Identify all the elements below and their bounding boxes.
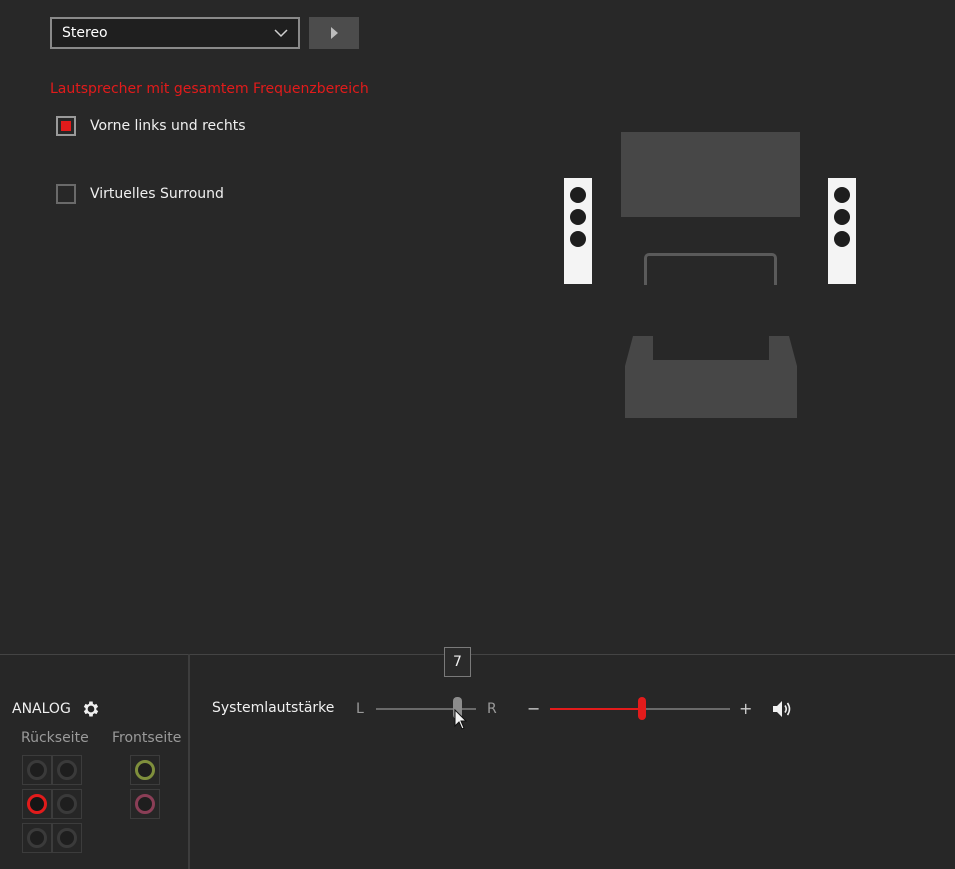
- checkbox-front-left-right-box[interactable]: [56, 116, 76, 136]
- rear-jack-6[interactable]: [52, 823, 82, 853]
- checkbox-virtual-surround-label: Virtuelles Surround: [90, 186, 224, 202]
- speaker-config-value: Stereo: [62, 25, 108, 41]
- analog-section-header: ANALOG: [12, 699, 101, 719]
- analog-label: ANALOG: [12, 701, 71, 717]
- rear-jack-3-active[interactable]: [22, 789, 52, 819]
- speaker-config-dropdown[interactable]: Stereo: [50, 17, 300, 49]
- listener-seat: [625, 336, 797, 418]
- balance-tooltip: 7: [444, 647, 471, 677]
- rear-jack-2[interactable]: [52, 755, 82, 785]
- balance-left-label: L: [356, 701, 364, 717]
- seat-back: [644, 253, 777, 285]
- gear-icon[interactable]: [81, 699, 101, 719]
- volume-minus[interactable]: −: [527, 699, 540, 718]
- play-icon: [331, 27, 338, 39]
- chevron-down-icon: [274, 29, 288, 38]
- front-left-speaker[interactable]: [564, 178, 592, 284]
- test-play-button[interactable]: [309, 17, 359, 49]
- rear-jack-5[interactable]: [22, 823, 52, 853]
- checkbox-front-left-right[interactable]: Vorne links und rechts: [56, 116, 246, 136]
- rear-jack-1[interactable]: [22, 755, 52, 785]
- mouse-cursor-icon: [454, 709, 468, 730]
- balance-right-label: R: [487, 701, 497, 717]
- fullrange-section-title: Lautsprecher mit gesamtem Frequenzbereic…: [50, 81, 369, 97]
- volume-plus[interactable]: +: [739, 699, 752, 718]
- rear-jacks-label: Rückseite: [21, 730, 89, 746]
- speaker-volume-icon[interactable]: [771, 699, 793, 719]
- checkbox-virtual-surround-box[interactable]: [56, 184, 76, 204]
- volume-slider-thumb[interactable]: [638, 697, 646, 720]
- front-jack-microphone[interactable]: [130, 789, 160, 819]
- system-volume-label: Systemlautstärke: [212, 700, 335, 716]
- panel-divider: [188, 654, 190, 869]
- speaker-layout-diagram: [560, 125, 860, 425]
- display-screen: [621, 132, 800, 217]
- volume-slider-fill: [550, 708, 642, 710]
- front-jack-headphone[interactable]: [130, 755, 160, 785]
- front-jacks-label: Frontseite: [112, 730, 182, 746]
- front-right-speaker[interactable]: [828, 178, 856, 284]
- checkbox-front-left-right-label: Vorne links und rechts: [90, 118, 246, 134]
- checkbox-virtual-surround[interactable]: Virtuelles Surround: [56, 184, 224, 204]
- rear-jack-4[interactable]: [52, 789, 82, 819]
